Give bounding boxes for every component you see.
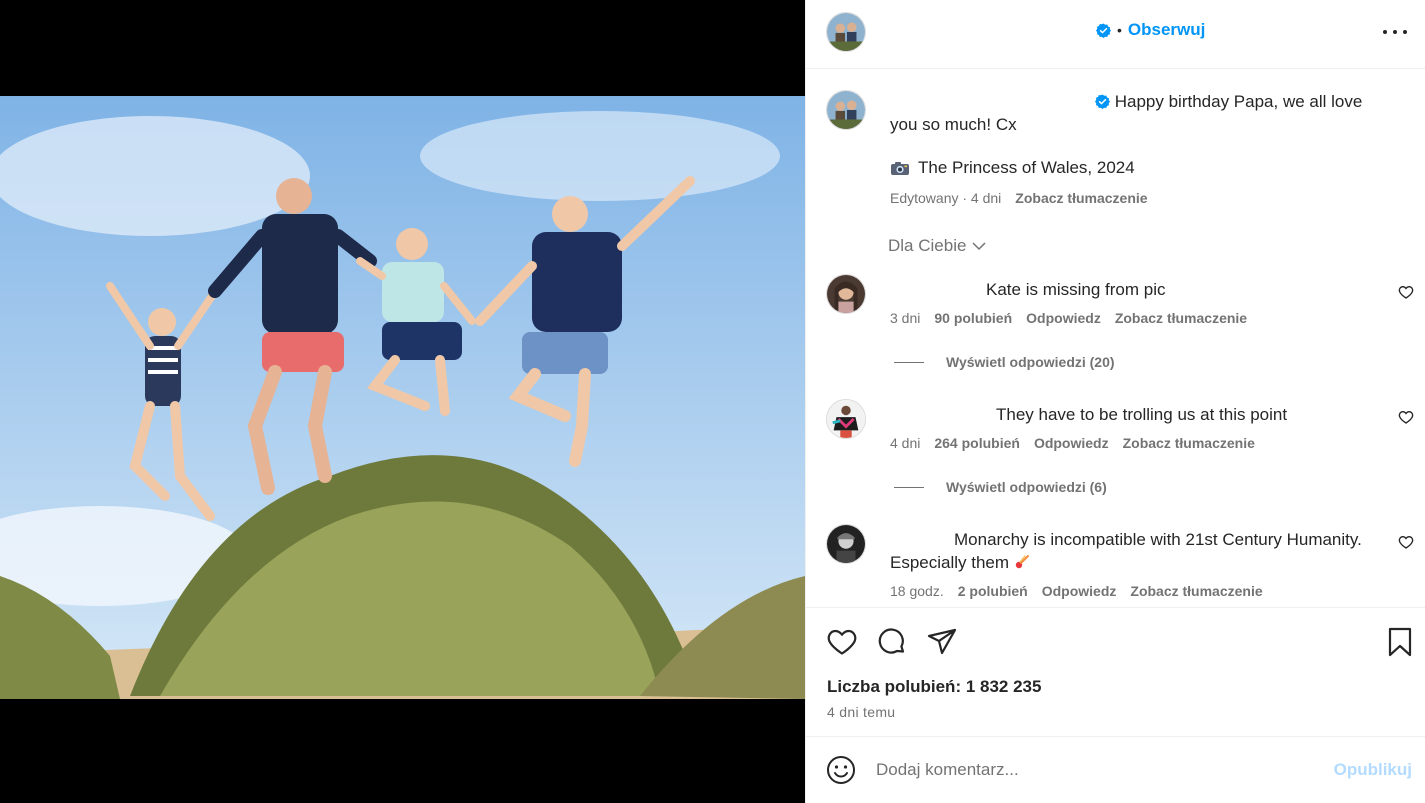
comment-likes[interactable]: 2 polubień xyxy=(958,583,1028,599)
post-time: 4 dni temu xyxy=(827,704,896,720)
post-side-panel: • Obserwuj Happy birthday Papa, we all l… xyxy=(805,0,1425,803)
caption-text-block: Happy birthday Papa, we all love you so … xyxy=(890,90,1380,136)
commenter-avatar[interactable] xyxy=(826,524,866,564)
author-avatar[interactable] xyxy=(826,12,866,52)
comment-reply-button[interactable]: Odpowiedz xyxy=(1034,435,1109,451)
comment-text: Monarchy is incompatible with 21st Centu… xyxy=(890,528,1380,574)
publish-comment-button[interactable]: Opublikuj xyxy=(1334,760,1412,780)
comment-sort-label: Dla Ciebie xyxy=(888,236,967,255)
verified-badge-icon xyxy=(1096,22,1111,38)
comments-scroll-area[interactable]: Happy birthday Papa, we all love you so … xyxy=(806,70,1425,607)
caption-text: Happy birthday Papa, we all love you so … xyxy=(890,92,1363,134)
emoji-smiley-icon[interactable] xyxy=(826,755,856,785)
add-comment-bar: Opublikuj xyxy=(806,736,1425,803)
comment-meta: 4 dni 264 polubień Odpowiedz Zobacz tłum… xyxy=(890,435,1255,451)
like-heart-icon[interactable] xyxy=(826,626,858,658)
header-follow-group: • Obserwuj xyxy=(1096,20,1205,40)
comment-text: They have to be trolling us at this poin… xyxy=(996,405,1288,424)
post-actions-bar: Liczba polubień: 1 832 235 4 dni temu xyxy=(806,607,1425,737)
comment-translate-link[interactable]: Zobacz tłumaczenie xyxy=(1130,583,1262,599)
replies-divider xyxy=(894,486,924,488)
save-bookmark-icon[interactable] xyxy=(1384,626,1416,658)
follow-button[interactable]: Obserwuj xyxy=(1128,20,1205,40)
comment-input[interactable] xyxy=(876,755,1306,785)
caption-edited: Edytowany · 4 dni xyxy=(890,190,1002,206)
commenter-avatar[interactable] xyxy=(826,274,866,314)
post-photo[interactable] xyxy=(0,96,805,699)
view-replies-button[interactable]: Wyświetl odpowiedzi (6) xyxy=(894,479,1107,495)
verified-badge-icon xyxy=(1095,92,1110,109)
comment-like-heart-icon[interactable] xyxy=(1398,284,1414,300)
likes-count[interactable]: Liczba polubień: 1 832 235 xyxy=(827,677,1041,697)
comment-time: 18 godz. xyxy=(890,583,944,599)
comment-meta: 3 dni 90 polubień Odpowiedz Zobacz tłuma… xyxy=(890,310,1247,326)
post-header: • Obserwuj xyxy=(806,0,1425,69)
caption-translate-link[interactable]: Zobacz tłumaczenie xyxy=(1015,190,1147,206)
comment-text-content: Monarchy is incompatible with 21st Centu… xyxy=(890,530,1362,572)
comment-reply-button[interactable]: Odpowiedz xyxy=(1042,583,1117,599)
comment-bubble-icon[interactable] xyxy=(876,626,908,658)
comment-sort-dropdown[interactable]: Dla Ciebie xyxy=(888,236,986,256)
comet-emoji-icon xyxy=(1015,555,1029,569)
caption-meta: Edytowany · 4 dni Zobacz tłumaczenie xyxy=(890,190,1148,206)
comment-like-heart-icon[interactable] xyxy=(1398,534,1414,550)
caption-credit: The Princess of Wales, 2024 xyxy=(918,158,1135,177)
chevron-down-icon xyxy=(972,241,986,250)
comment-translate-link[interactable]: Zobacz tłumaczenie xyxy=(1123,435,1255,451)
view-replies-button[interactable]: Wyświetl odpowiedzi (20) xyxy=(894,354,1115,370)
replies-divider xyxy=(894,361,924,363)
caption-credit-line: The Princess of Wales, 2024 xyxy=(890,158,1135,178)
caption-author-avatar[interactable] xyxy=(826,90,866,130)
comment-text: Kate is missing from pic xyxy=(986,280,1166,299)
comment-likes[interactable]: 90 polubień xyxy=(934,310,1012,326)
comment-translate-link[interactable]: Zobacz tłumaczenie xyxy=(1115,310,1247,326)
comment-likes[interactable]: 264 polubień xyxy=(934,435,1020,451)
commenter-avatar[interactable] xyxy=(826,399,866,439)
comment-like-heart-icon[interactable] xyxy=(1398,409,1414,425)
separator-dot: • xyxy=(1117,22,1122,38)
share-send-icon[interactable] xyxy=(926,626,958,658)
view-replies-label: Wyświetl odpowiedzi (6) xyxy=(946,479,1107,495)
comment-reply-button[interactable]: Odpowiedz xyxy=(1026,310,1101,326)
more-options-icon[interactable] xyxy=(1383,22,1407,42)
post-media-area xyxy=(0,0,805,803)
camera-emoji-icon xyxy=(890,160,910,176)
view-replies-label: Wyświetl odpowiedzi (20) xyxy=(946,354,1115,370)
comment-meta: 18 godz. 2 polubień Odpowiedz Zobacz tłu… xyxy=(890,583,1263,599)
comment-time: 3 dni xyxy=(890,310,921,326)
comment-time: 4 dni xyxy=(890,435,921,451)
